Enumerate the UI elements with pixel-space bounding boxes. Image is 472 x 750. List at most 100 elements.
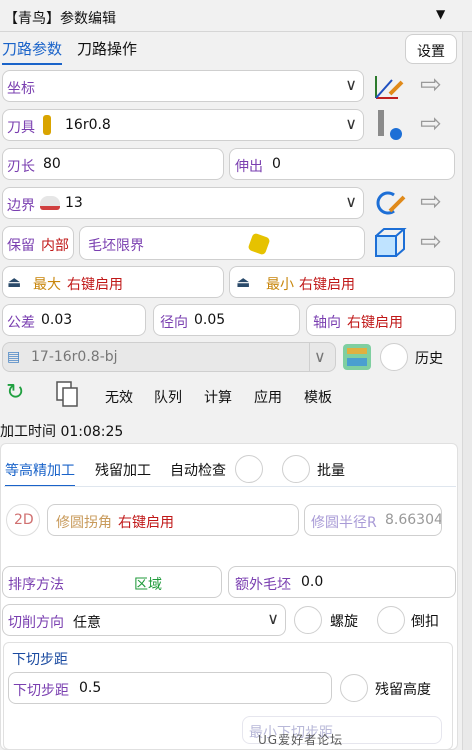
radial-label: 径向 — [160, 315, 188, 331]
fillet-field[interactable]: 修圆拐角 右键启用 — [47, 504, 299, 536]
apply-button[interactable]: 应用 — [254, 387, 282, 407]
settings-button[interactable]: 设置 — [405, 34, 457, 64]
keep-field[interactable]: 保留 内部 — [2, 226, 74, 260]
history-select[interactable]: ▤ 17-16r0.8-bj ∨ — [2, 342, 336, 372]
compute-button[interactable]: 计算 — [204, 387, 232, 407]
keep-label: 保留 — [7, 238, 35, 254]
settings-label: 设置 — [417, 44, 445, 60]
tab-residual[interactable]: 残留加工 — [95, 460, 151, 480]
cut-direction-select[interactable]: 切削方向 任意 ∨ — [2, 604, 286, 636]
max-icon: ⏏ — [7, 273, 22, 291]
copy-icon[interactable] — [55, 380, 81, 410]
fillet-radius-value: 8.66304 — [385, 512, 442, 528]
fillet-value: 右键启用 — [118, 515, 174, 531]
cut-direction-value: 任意 — [73, 615, 101, 631]
sort-value: 区域 — [134, 577, 162, 593]
boundary-label: 边界 — [7, 198, 35, 214]
forward-arrow-icon[interactable]: ⇨ — [420, 227, 442, 257]
fillet-radius-label: 修圆半径R — [311, 515, 377, 531]
stock-limit-field[interactable]: 毛坯限界 — [79, 226, 365, 260]
stock-icon — [247, 232, 271, 256]
min-label: 最小 — [266, 277, 294, 293]
blade-label: 刃长 — [7, 159, 35, 175]
extend-field[interactable]: 伸出 0 — [229, 148, 455, 180]
2d-toggle[interactable]: 2D — [6, 504, 40, 536]
tab-finish[interactable]: 等高精加工 — [5, 460, 75, 487]
boundary-select[interactable]: 边界 13 ∨ — [2, 187, 364, 219]
stepdown-label: 下切步距 — [13, 683, 69, 699]
history-checkbox[interactable] — [380, 343, 408, 371]
tool-label: 刀具 — [7, 120, 35, 136]
database-icon: ▤ — [7, 349, 21, 365]
tab-toolpath-params[interactable]: 刀路参数 — [2, 38, 63, 65]
tool-select[interactable]: 刀具 16r0.8 ∨ — [2, 109, 364, 141]
max-field[interactable]: ⏏ 最大 右键启用 — [2, 266, 224, 298]
chamfer-label: 倒扣 — [411, 614, 439, 630]
boundary-value: 13 — [65, 195, 83, 211]
extend-label: 伸出 — [235, 159, 263, 175]
axial-field[interactable]: 轴向 右键启用 — [306, 304, 456, 336]
fillet-radius-field[interactable]: 修圆半径R 8.66304 — [304, 504, 442, 536]
scrollbar[interactable] — [462, 32, 472, 750]
history-label: 历史 — [415, 351, 443, 367]
tolerance-value: 0.03 — [41, 312, 73, 328]
queue-button[interactable]: 队列 — [154, 387, 182, 407]
window-title: 【青鸟】参数编辑 — [4, 11, 116, 27]
auto-check-label: 自动检查 — [170, 463, 226, 479]
residual-height-label: 残留高度 — [375, 682, 431, 698]
layers-icon[interactable] — [341, 340, 373, 374]
stepdown-value: 0.5 — [79, 680, 102, 696]
auto-check-checkbox[interactable] — [235, 455, 263, 483]
blade-value: 80 — [43, 156, 61, 172]
min-value: 右键启用 — [299, 277, 355, 293]
chevron-down-icon: ∨ — [267, 609, 279, 628]
watermark: UG爱好者论坛 WWW.UGSNX.COM — [258, 733, 383, 750]
batch-checkbox[interactable] — [282, 455, 310, 483]
radial-field[interactable]: 径向 0.05 — [153, 304, 300, 336]
2d-label: 2D — [14, 512, 34, 528]
blade-length-field[interactable]: 刃长 80 — [2, 148, 224, 180]
stepdown-field[interactable]: 下切步距 0.5 — [8, 672, 332, 704]
refresh-icon[interactable]: ↻ — [6, 380, 24, 405]
residual-height-checkbox[interactable] — [340, 674, 368, 702]
boundary-edit-icon[interactable] — [372, 187, 408, 219]
spiral-checkbox[interactable] — [294, 606, 322, 634]
tolerance-field[interactable]: 公差 0.03 — [2, 304, 146, 336]
spiral-label: 螺旋 — [330, 614, 358, 630]
extra-stock-field[interactable]: 额外毛坯 0.0 — [228, 566, 456, 598]
extra-stock-label: 额外毛坯 — [235, 577, 291, 593]
invalid-button[interactable]: 无效 — [105, 387, 133, 407]
cut-direction-label: 切削方向 — [8, 615, 64, 631]
min-icon: ⏏ — [236, 273, 251, 291]
forward-arrow-icon[interactable]: ⇨ — [420, 109, 442, 139]
coord-select[interactable]: 坐标 ∨ — [2, 70, 364, 102]
tool-icon — [43, 115, 51, 135]
max-label: 最大 — [33, 277, 61, 293]
cube-icon[interactable] — [373, 227, 407, 259]
title-bar: 【青鸟】参数编辑 ▼ — [0, 0, 472, 32]
forward-arrow-icon[interactable]: ⇨ — [420, 70, 442, 100]
stock-limit-label: 毛坯限界 — [88, 238, 144, 254]
tool-value: 16r0.8 — [65, 117, 111, 133]
keep-value: 内部 — [41, 238, 69, 254]
chevron-down-icon: ∨ — [314, 347, 326, 366]
coord-label: 坐标 — [7, 81, 35, 97]
tab-toolpath-ops[interactable]: 刀路操作 — [77, 38, 137, 59]
batch-label: 批量 — [317, 463, 345, 479]
axial-value: 右键启用 — [347, 315, 403, 331]
min-field[interactable]: ⏏ 最小 右键启用 — [229, 266, 455, 298]
forward-arrow-icon[interactable]: ⇨ — [420, 187, 442, 217]
max-value: 右键启用 — [67, 277, 123, 293]
tool-settings-icon[interactable] — [372, 108, 408, 142]
chevron-down-icon: ∨ — [345, 192, 357, 211]
chevron-down-icon: ∨ — [345, 114, 357, 133]
coord-edit-icon[interactable] — [372, 70, 408, 102]
sort-field[interactable]: 排序方法 区域 — [2, 566, 222, 598]
template-button[interactable]: 模板 — [304, 387, 332, 407]
chamfer-checkbox[interactable] — [377, 606, 405, 634]
tolerance-label: 公差 — [7, 315, 35, 331]
tab-divider — [4, 486, 456, 487]
collapse-icon[interactable]: ▼ — [436, 7, 445, 21]
fillet-label: 修圆拐角 — [56, 515, 112, 531]
select-divider — [309, 343, 310, 371]
